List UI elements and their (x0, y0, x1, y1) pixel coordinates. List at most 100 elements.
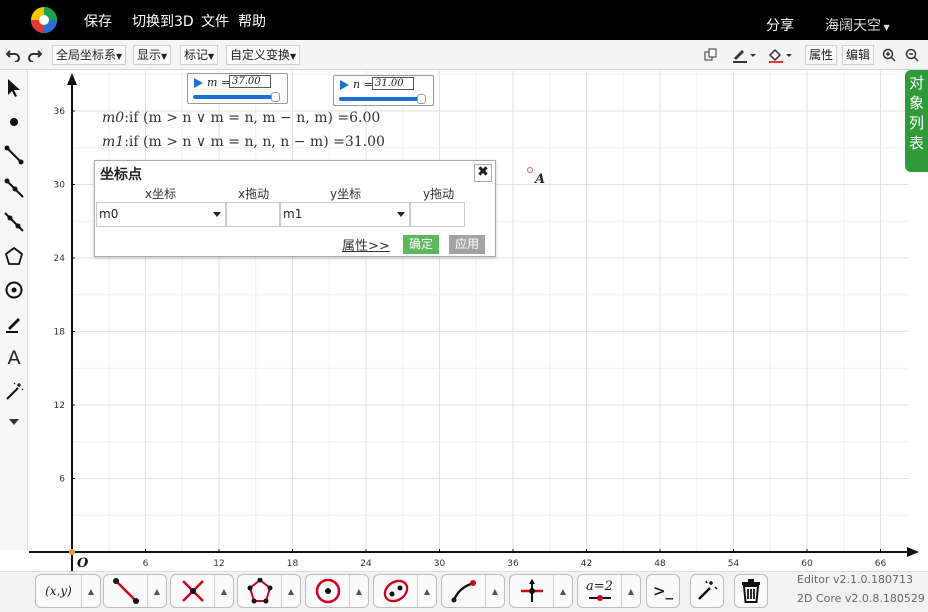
slider-m-track[interactable] (193, 95, 275, 99)
expression-m0[interactable]: m0:if (m > n ∨ m = n, m − n, m) =6.00 (102, 110, 380, 126)
fill-color-icon[interactable] (766, 44, 794, 66)
x-tick-label: 12 (213, 559, 224, 569)
zoom-in-icon[interactable] (878, 44, 900, 66)
polygon-tool-icon[interactable] (2, 244, 26, 268)
caret-icon: ▼ (116, 52, 123, 61)
expand-arrow-icon[interactable]: ▲ (215, 575, 233, 607)
apply-button[interactable]: 应用 (449, 235, 485, 254)
slider-n-knob[interactable] (417, 94, 426, 104)
coordinate-point-button[interactable]: (x,y) (36, 575, 82, 607)
trash-icon[interactable] (734, 574, 768, 608)
expand-arrow-icon[interactable]: ▲ (554, 575, 572, 607)
undo-icon[interactable] (2, 44, 24, 66)
console-button[interactable]: >_ (646, 574, 680, 608)
select-arrow-icon[interactable] (2, 76, 26, 100)
expand-arrow-icon[interactable]: ▲ (486, 575, 504, 607)
axes-icon (520, 579, 543, 602)
bottom-toolbar: (x,y) ▲ ▲ ▲ ▲ ▲ ▲ ▲ ▲ a=2 ▲ >_ Editor v2… (0, 571, 928, 612)
ray-tool-icon[interactable] (2, 176, 26, 200)
y-tick-label: 24 (54, 254, 66, 264)
edit-button[interactable]: 编辑 (842, 45, 875, 65)
expand-arrow-icon[interactable]: ▲ (148, 575, 166, 607)
x-axis-arrow (907, 547, 919, 557)
intersection-button[interactable] (171, 575, 215, 607)
y-coordinate-select[interactable]: m1 (280, 202, 410, 227)
menu-save[interactable]: 保存 (84, 11, 112, 31)
confirm-button[interactable]: 确定 (403, 235, 439, 254)
object-list-tab[interactable]: 对 象 列 表 (905, 70, 928, 172)
pen-tool-icon[interactable] (2, 312, 26, 336)
slider-n[interactable]: n = 31.00 (333, 75, 434, 106)
menu-switch-3d[interactable]: 切换到3D (132, 11, 194, 31)
expand-arrow-icon[interactable]: ▲ (282, 575, 300, 607)
slider-m[interactable]: m = 37.00 (187, 73, 288, 104)
axes-button[interactable] (510, 575, 554, 607)
caret-icon: ▼ (290, 52, 297, 61)
expand-arrow-icon[interactable]: ▲ (418, 575, 436, 607)
segment-icon (112, 578, 139, 604)
polygon-tool-group: ▲ (237, 574, 301, 608)
x-tick-label: 48 (654, 559, 666, 569)
magic-wand-icon[interactable] (2, 380, 26, 404)
display-dropdown[interactable]: 显示▼ (133, 45, 172, 65)
toolbar: 全局坐标系▼ 显示▼ 标记▼ 自定义变换▼ 属性 编辑 (0, 40, 928, 70)
mark-dropdown[interactable]: 标记▼ (180, 45, 219, 65)
x-tick-label: 54 (728, 559, 740, 569)
circle-button[interactable] (306, 575, 350, 607)
expand-arrow-icon[interactable]: ▲ (622, 575, 640, 607)
x-coordinate-select[interactable]: m0 (96, 202, 226, 227)
slider-m-value[interactable]: 37.00 (229, 75, 271, 88)
x-tick-label: 36 (507, 559, 519, 569)
tangent-button[interactable] (442, 575, 486, 607)
text-tool-icon[interactable]: A (2, 346, 26, 370)
chevron-down-icon (397, 212, 405, 217)
segment-tool-icon[interactable] (2, 143, 26, 167)
magic-wand-icon[interactable] (690, 574, 724, 608)
expand-arrow-icon[interactable]: ▲ (82, 575, 100, 607)
properties-button[interactable]: 属性 (805, 45, 838, 65)
play-icon[interactable] (340, 80, 349, 90)
expression-m1[interactable]: m1:if (m > n ∨ m = n, n, n − m) =31.00 (102, 134, 385, 150)
parameter-button[interactable]: a=2 (578, 575, 622, 607)
line-color-icon[interactable] (730, 44, 758, 66)
display-label: 显示 (137, 48, 162, 62)
close-icon[interactable]: ✖ (474, 164, 492, 182)
menu-file[interactable]: 文件 (201, 11, 229, 31)
slider-m-var: m (207, 76, 218, 89)
object-list-char: 对 (908, 74, 924, 92)
point-a-marker[interactable] (527, 167, 533, 173)
custom-transform-dropdown[interactable]: 自定义变换▼ (226, 45, 301, 65)
polygon-button[interactable] (238, 575, 282, 607)
coord-system-dropdown[interactable]: 全局坐标系▼ (52, 45, 127, 65)
ellipse-button[interactable] (374, 575, 418, 607)
slider-m-knob[interactable] (271, 92, 280, 102)
attributes-link[interactable]: 属性>> (342, 235, 390, 254)
slider-n-value[interactable]: 31.00 (372, 77, 414, 90)
play-icon[interactable] (194, 78, 203, 88)
y-tick-label: 30 (54, 181, 66, 191)
more-tools-icon[interactable] (2, 410, 26, 434)
circle-icon (315, 578, 340, 604)
x-drag-input[interactable] (226, 202, 280, 227)
circle-tool-icon[interactable] (2, 278, 26, 302)
slider-n-track[interactable] (339, 97, 421, 101)
caret-icon: ▼ (208, 52, 215, 61)
menu-help[interactable]: 帮助 (238, 11, 266, 31)
x-tick-label: 24 (360, 559, 372, 569)
chevron-down-icon: ▼ (881, 23, 890, 32)
user-menu[interactable]: 海阔天空 ▼ (825, 15, 890, 35)
expand-arrow-icon[interactable]: ▲ (350, 575, 368, 607)
redo-icon[interactable] (24, 44, 46, 66)
segment-button[interactable] (104, 575, 148, 607)
point-tool-icon[interactable] (2, 110, 26, 134)
expression-m1-formula: :if (m > n ∨ m = n, n, n − m) =31.00 (124, 134, 385, 150)
x-tick-label: 18 (287, 559, 299, 569)
ellipse-icon (383, 579, 408, 603)
zoom-out-icon[interactable] (901, 44, 923, 66)
copy-style-icon[interactable] (700, 44, 722, 66)
line-tool-icon[interactable] (2, 210, 26, 234)
left-tool-column: A (0, 70, 28, 550)
y-drag-input[interactable] (410, 202, 465, 227)
share-button[interactable]: 分享 (766, 15, 794, 35)
app-logo-icon[interactable] (30, 6, 58, 34)
